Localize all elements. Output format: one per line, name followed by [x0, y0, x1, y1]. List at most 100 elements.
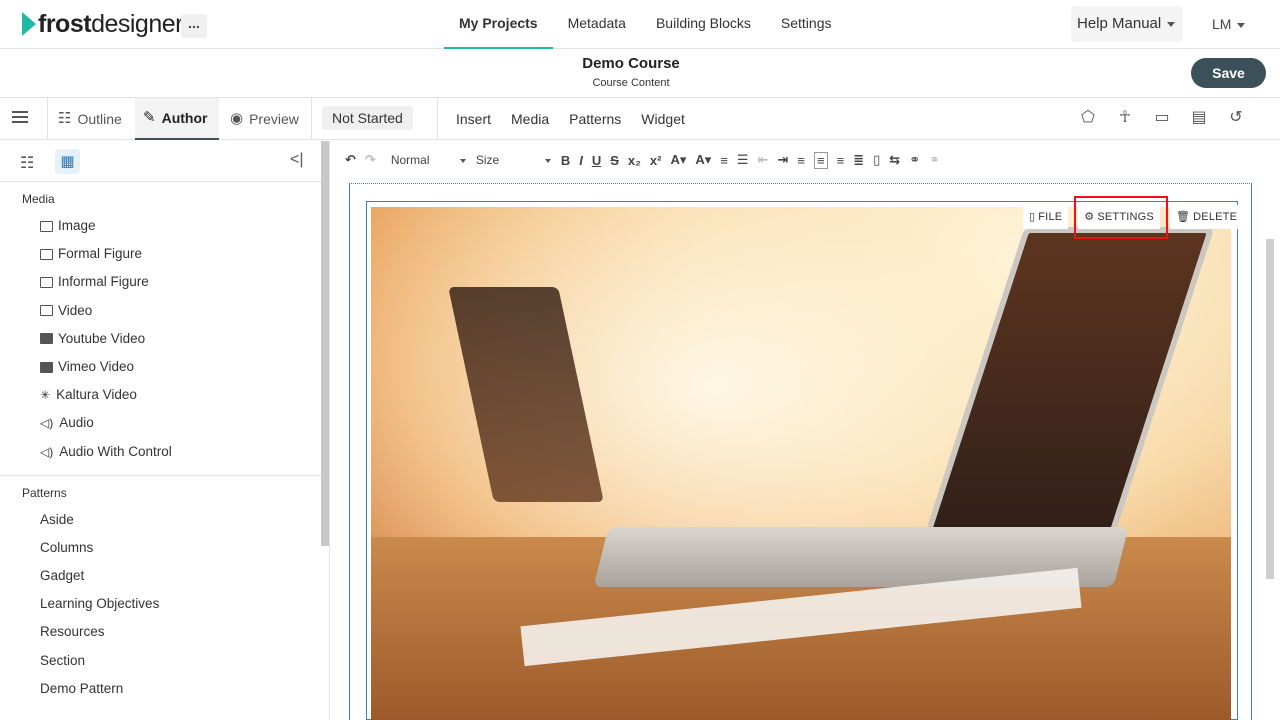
menu-insert[interactable]: Insert [446, 98, 501, 140]
font-size-select[interactable]: Size [476, 153, 551, 167]
youtube-icon [40, 333, 53, 345]
settings-highlight-box [1074, 196, 1168, 239]
panel-header: ☷ ▦ <| [0, 141, 329, 182]
text-direction-icon[interactable]: ⇆ [889, 152, 900, 168]
blocks-grid-icon[interactable]: ▦ [55, 149, 80, 174]
bold-icon[interactable]: B [561, 153, 570, 168]
block-label: Informal Figure [58, 274, 149, 290]
bullet-list-icon[interactable]: ☰ [737, 152, 749, 168]
right-tool-icons: ⬠ ☥ ▭ ▤ ↺ [1079, 109, 1245, 127]
menu-widget[interactable]: Widget [631, 98, 695, 140]
more-menu-button[interactable]: ... [181, 14, 207, 38]
block-audio-with-control[interactable]: ◁) Audio With Control [0, 438, 329, 466]
block-label: Youtube Video [58, 330, 146, 346]
italic-icon[interactable]: I [579, 153, 583, 168]
underline-icon[interactable]: U [592, 153, 601, 168]
block-formal-figure[interactable]: Formal Figure [0, 240, 329, 268]
history-icon[interactable]: ↺ [1227, 109, 1245, 127]
unlink-icon[interactable]: ⚭ [929, 152, 940, 168]
patterns-heading: Patterns [22, 485, 67, 500]
collapse-panel-icon[interactable]: <| [290, 151, 304, 169]
paragraph-style-value: Normal [390, 153, 430, 167]
help-label: Help Manual [1077, 15, 1162, 32]
tab-outline-label: Outline [77, 111, 122, 127]
pattern-section[interactable]: Section [0, 647, 329, 675]
pattern-learning-objectives[interactable]: Learning Objectives [0, 590, 329, 618]
pattern-demo-pattern[interactable]: Demo Pattern [0, 675, 329, 703]
speaker-icon: ◁) [40, 444, 54, 459]
speaker-icon: ◁) [40, 416, 54, 431]
logo-light: designer [91, 9, 183, 38]
divider [437, 98, 438, 140]
paragraph-style-select[interactable]: Normal [391, 153, 466, 167]
nav-metadata[interactable]: Metadata [553, 0, 641, 49]
outdent-icon[interactable]: ⇤ [758, 152, 769, 168]
nav-my-projects[interactable]: My Projects [444, 0, 553, 49]
tab-author[interactable]: ✎ Author [135, 98, 219, 140]
superscript-icon[interactable]: x² [650, 153, 662, 168]
tab-author-label: Author [161, 110, 208, 126]
menu-patterns[interactable]: Patterns [559, 98, 631, 140]
pattern-resources[interactable]: Resources [0, 618, 329, 646]
frost-designer-logo[interactable]: frostdesigner [22, 10, 183, 38]
undo-icon[interactable]: ↶ [345, 152, 356, 168]
divider [0, 474, 329, 476]
help-manual-dropdown[interactable]: Help Manual [1071, 6, 1183, 42]
file-button[interactable]: ▯ FILE [1023, 205, 1069, 229]
block-informal-figure[interactable]: Informal Figure [0, 268, 329, 296]
tag-icon[interactable]: ⬠ [1079, 109, 1097, 127]
block-vimeo-video[interactable]: Vimeo Video [0, 353, 329, 381]
nav-settings[interactable]: Settings [766, 0, 847, 49]
image-icon [40, 248, 53, 260]
block-youtube-video[interactable]: Youtube Video [0, 325, 329, 353]
format-toolbar: ↶ ↷ Normal Size B I U S x₂ x² A▾ A▾ ≡ ☰ … [331, 141, 1280, 179]
file-label: FILE [1038, 211, 1063, 223]
accessibility-icon[interactable]: ☥ [1116, 109, 1134, 127]
block-video[interactable]: Video [0, 297, 329, 325]
subscript-icon[interactable]: x₂ [628, 153, 641, 168]
block-kaltura-video[interactable]: ✳ Kaltura Video [0, 381, 329, 409]
align-justify-icon[interactable]: ≣ [853, 152, 864, 168]
indent-icon[interactable]: ⇥ [777, 152, 788, 168]
comment-icon[interactable]: ▭ [1153, 109, 1171, 127]
menu-media[interactable]: Media [501, 98, 559, 140]
hamburger-menu-icon[interactable] [12, 111, 28, 125]
nav-building-blocks[interactable]: Building Blocks [641, 0, 766, 49]
laptop-photo[interactable] [371, 207, 1231, 720]
status-badge[interactable]: Not Started [322, 106, 413, 130]
kaltura-icon: ✳ [40, 388, 51, 403]
panel-scrollbar[interactable] [321, 141, 329, 546]
delete-button[interactable]: 🗑 DELETE [1169, 205, 1244, 229]
highlight-color-icon[interactable]: A▾ [695, 152, 711, 168]
course-title: Demo Course [582, 55, 680, 72]
pattern-aside[interactable]: Aside [0, 506, 329, 534]
card-icon[interactable]: ▤ [1190, 109, 1208, 127]
save-button[interactable]: Save [1191, 58, 1266, 88]
video-icon [40, 305, 53, 317]
align-center-icon[interactable]: ≡ [813, 151, 828, 169]
block-audio[interactable]: ◁) Audio [0, 409, 329, 437]
redo-icon[interactable]: ↷ [365, 152, 376, 168]
pattern-columns[interactable]: Columns [0, 534, 329, 562]
logo-bold: frost [38, 9, 92, 38]
course-subtitle: Course Content [592, 77, 670, 89]
link-icon[interactable]: ⚭ [909, 152, 920, 168]
tab-preview[interactable]: ◉ Preview [222, 98, 307, 140]
align-right-icon[interactable]: ≡ [837, 153, 845, 168]
tab-outline[interactable]: ☷ Outline [50, 98, 130, 140]
user-menu[interactable]: LM [1212, 6, 1246, 42]
ordered-list-icon[interactable]: ≡ [720, 153, 728, 168]
block-label: Formal Figure [58, 246, 143, 262]
align-left-icon[interactable]: ≡ [797, 153, 805, 168]
trash-icon: 🗑 [1175, 211, 1191, 223]
top-bar: frostdesigner ... My Projects Metadata B… [0, 0, 1280, 49]
editor-scrollbar[interactable] [1266, 239, 1274, 579]
tree-view-icon[interactable]: ☷ [20, 153, 34, 173]
block-image[interactable]: Image [0, 212, 329, 240]
strikethrough-icon[interactable]: S [610, 153, 619, 168]
editor-canvas[interactable]: ▯ FILE ⚙ SETTINGS 🗑 DELETE [331, 179, 1280, 720]
preview-icon: ◉ [230, 110, 244, 127]
pattern-gadget[interactable]: Gadget [0, 562, 329, 590]
text-color-icon[interactable]: A▾ [670, 152, 686, 168]
source-icon[interactable]: ▯ [873, 152, 880, 168]
